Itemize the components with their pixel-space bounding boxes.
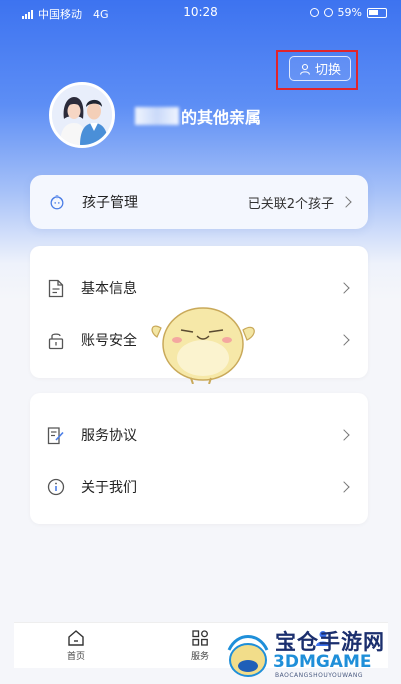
- chevron-right-icon: [340, 196, 352, 208]
- nav-home[interactable]: 首页: [52, 629, 100, 662]
- chevron-right-icon: [338, 334, 350, 346]
- couple-avatar-icon: [52, 85, 112, 145]
- lock-icon: [47, 330, 65, 350]
- about-card: 服务协议 关于我们: [30, 393, 368, 524]
- about-us-label: 关于我们: [81, 480, 137, 496]
- status-bar: 中国移动 4G 10:28 59%: [0, 0, 401, 24]
- family-title-text: 的其他亲属: [181, 108, 262, 127]
- nav-home-label: 首页: [66, 652, 85, 662]
- nav-services-label: 服务: [190, 652, 209, 662]
- alarm-icon: [323, 8, 333, 17]
- child-icon: [48, 192, 66, 212]
- menu-row-about-us[interactable]: 关于我们: [30, 461, 368, 513]
- home-icon: [68, 630, 84, 646]
- blurred-name: [135, 107, 179, 125]
- battery-text: 59%: [337, 6, 362, 19]
- site-watermark: 宝仓手游网 3DMGAME BAOCANGSHOUYOUWANG: [223, 624, 401, 684]
- info-icon: [47, 477, 65, 497]
- chevron-right-icon: [338, 429, 350, 441]
- watermark-logo: [227, 635, 269, 677]
- location-icon: [309, 8, 319, 17]
- mascot-sticker: [151, 307, 255, 384]
- nav-services[interactable]: 服务: [176, 629, 224, 662]
- chevron-right-icon: [338, 481, 350, 493]
- kids-count: 已关联2个孩子: [247, 196, 334, 212]
- kids-management-row[interactable]: 孩子管理 已关联2个孩子: [30, 175, 368, 229]
- grid-icon: [192, 630, 208, 646]
- switch-label: 切换: [314, 63, 341, 78]
- menu-row-service-agreement[interactable]: 服务协议: [30, 409, 368, 461]
- avatar[interactable]: [49, 82, 115, 148]
- battery-icon: [367, 7, 387, 18]
- kids-label: 孩子管理: [82, 195, 138, 211]
- document-icon: [47, 278, 65, 298]
- switch-button[interactable]: 切换: [289, 56, 351, 81]
- watermark-en: 3DMGAME: [273, 652, 372, 672]
- status-right: 59%: [309, 6, 387, 19]
- watermark-sub: BAOCANGSHOUYOUWANG: [275, 672, 364, 679]
- person-icon: [299, 63, 311, 75]
- service-agreement-label: 服务协议: [81, 428, 137, 444]
- family-title: 的其他亲属: [135, 103, 261, 129]
- chevron-right-icon: [338, 282, 350, 294]
- agreement-icon: [47, 425, 65, 445]
